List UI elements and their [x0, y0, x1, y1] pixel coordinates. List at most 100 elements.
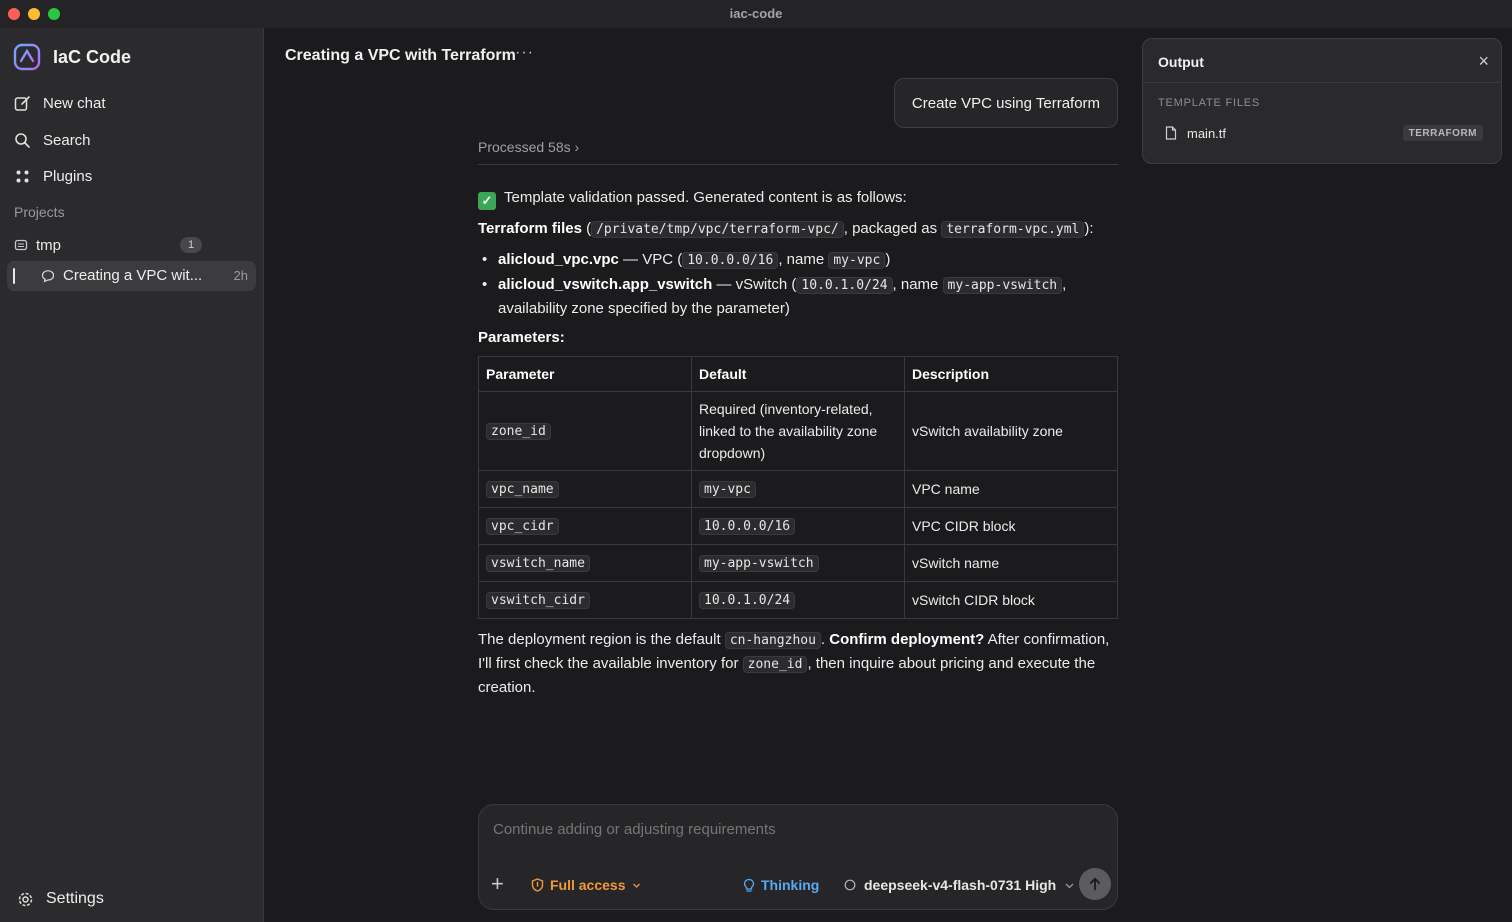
confirm-question: Confirm deployment? [829, 631, 985, 648]
param-cell: vswitch_name [478, 544, 692, 582]
search-button[interactable]: Search [14, 126, 250, 154]
resource-list: alicloud_vpc.vpc — VPC (10.0.0.0/16, nam… [478, 248, 1118, 320]
param-name: vpc_cidr [486, 518, 559, 535]
message-input[interactable] [493, 821, 1093, 838]
closing-text: . [820, 631, 830, 648]
project-icon [14, 239, 28, 251]
files-intro: Terraform files (/private/tmp/vpc/terraf… [478, 217, 1118, 241]
description-cell: vSwitch name [904, 544, 1118, 582]
table-row: vswitch_cidr 10.0.1.0/24 vSwitch CIDR bl… [478, 581, 1118, 619]
output-title: Output [1158, 54, 1204, 70]
file-icon [1165, 126, 1177, 140]
default-value: my-app-vswitch [699, 555, 819, 572]
divider [478, 164, 1118, 165]
package-name: terraform-vpc.yml [941, 221, 1085, 238]
description-cell: VPC name [904, 470, 1118, 508]
list-item: alicloud_vpc.vpc — VPC (10.0.0.0/16, nam… [478, 248, 1118, 272]
new-chat-button[interactable]: New chat [14, 89, 250, 117]
table-row: vpc_cidr 10.0.0.0/16 VPC CIDR block [478, 507, 1118, 545]
model-selector[interactable]: deepseek-v4-flash-0731 High [844, 877, 1075, 893]
files-mid: , packaged as [843, 220, 942, 237]
settings-label: Settings [46, 890, 104, 907]
resource-value: my-app-vswitch [942, 277, 1063, 294]
description-cell: vSwitch availability zone [904, 391, 1118, 471]
chat-item-title: Creating a VPC wit... [63, 267, 203, 284]
projects-heading: Projects [14, 204, 65, 220]
table-row: vswitch_name my-app-vswitch vSwitch name [478, 544, 1118, 582]
parameters-table: Parameter Default Description zone_id Re… [478, 356, 1118, 619]
default-cell: my-app-vswitch [691, 544, 905, 582]
table-header-row: Parameter Default Description [478, 356, 1118, 392]
title-bar: iac-code [0, 0, 1512, 28]
file-type-badge: TERRAFORM [1402, 125, 1483, 141]
chat-item-creating-vpc[interactable]: Creating a VPC wit... 2h [7, 261, 256, 291]
processed-toggle[interactable]: Processed 58s › [478, 139, 579, 155]
closing-paragraph: The deployment region is the default cn-… [478, 628, 1118, 699]
plugins-icon [16, 170, 29, 182]
validation-line: ✓ Template validation passed. Generated c… [478, 186, 1118, 210]
default-value: 10.0.1.0/24 [699, 592, 796, 609]
parameters-label: Parameters: [478, 329, 565, 346]
output-panel: Output × TEMPLATE FILES main.tf TERRAFOR… [1142, 38, 1502, 164]
project-count-badge: 1 [180, 237, 202, 253]
close-icon[interactable]: × [1478, 52, 1489, 70]
lightbulb-icon [743, 878, 755, 892]
project-name: tmp [36, 236, 62, 254]
divider [1143, 82, 1501, 83]
description-cell: vSwitch CIDR block [904, 581, 1118, 619]
resource-text: , name [778, 251, 829, 268]
resource-name: alicloud_vswitch.app_vswitch [498, 276, 713, 293]
param-name: vswitch_cidr [486, 592, 590, 609]
files-open: ( [581, 220, 592, 237]
parameters-heading: Parameters: [478, 326, 1118, 349]
column-header: Description [904, 356, 1118, 392]
default-value: my-vpc [699, 481, 756, 498]
param-cell: zone_id [478, 391, 692, 471]
arrow-up-icon [1089, 877, 1101, 891]
chat-more-button[interactable]: ··· [515, 44, 534, 62]
resource-text: — vSwitch ( [712, 276, 797, 293]
table-row: zone_id Required (inventory-related, lin… [478, 391, 1118, 471]
gear-icon [18, 892, 33, 906]
default-cell: Required (inventory-related, linked to t… [691, 391, 905, 471]
model-label: deepseek-v4-flash-0731 High [864, 877, 1057, 893]
settings-button[interactable]: Settings [17, 890, 104, 908]
shield-icon [531, 878, 544, 892]
composer: + Full access Thinking deepseek-v4-flash… [478, 804, 1118, 910]
access-mode-dropdown[interactable]: Full access [531, 877, 641, 893]
region-value: cn-hangzhou [724, 632, 821, 649]
param-cell: vswitch_cidr [478, 581, 692, 619]
resource-text: ) [885, 251, 891, 268]
files-label: Terraform files [478, 220, 582, 237]
search-icon [15, 132, 30, 148]
column-header: Default [691, 356, 905, 392]
table-row: vpc_name my-vpc VPC name [478, 470, 1118, 508]
param-name: zone_id [486, 423, 551, 440]
check-mark-icon: ✓ [478, 192, 496, 210]
send-button[interactable] [1079, 868, 1111, 900]
active-indicator [13, 268, 15, 284]
new-chat-label: New chat [43, 94, 106, 112]
plugins-button[interactable]: Plugins [14, 162, 250, 190]
chat-bubble-icon [41, 270, 55, 283]
description-cell: VPC CIDR block [904, 507, 1118, 545]
files-path: /private/tmp/vpc/terraform-vpc/ [591, 221, 844, 238]
sidebar: IaC Code New chat Search Plugins Project… [0, 28, 264, 922]
column-header: Parameter [478, 356, 692, 392]
zone-value: zone_id [742, 656, 808, 673]
param-cell: vpc_name [478, 470, 692, 508]
thinking-toggle[interactable]: Thinking [743, 877, 819, 893]
brand: IaC Code [13, 42, 131, 72]
add-attachment-button[interactable]: + [491, 873, 504, 895]
thinking-label: Thinking [761, 877, 820, 893]
chevron-down-icon [1065, 883, 1074, 888]
param-name: vpc_name [486, 481, 559, 498]
default-cell: my-vpc [691, 470, 905, 508]
plugins-label: Plugins [43, 167, 93, 185]
project-tmp[interactable]: tmp [14, 234, 202, 256]
chevron-down-icon [632, 883, 640, 888]
file-item-main-tf[interactable]: main.tf TERRAFORM [1165, 123, 1483, 143]
resource-cidr: 10.0.1.0/24 [796, 277, 893, 294]
window-title: iac-code [729, 6, 783, 21]
default-cell: 10.0.0.0/16 [691, 507, 905, 545]
